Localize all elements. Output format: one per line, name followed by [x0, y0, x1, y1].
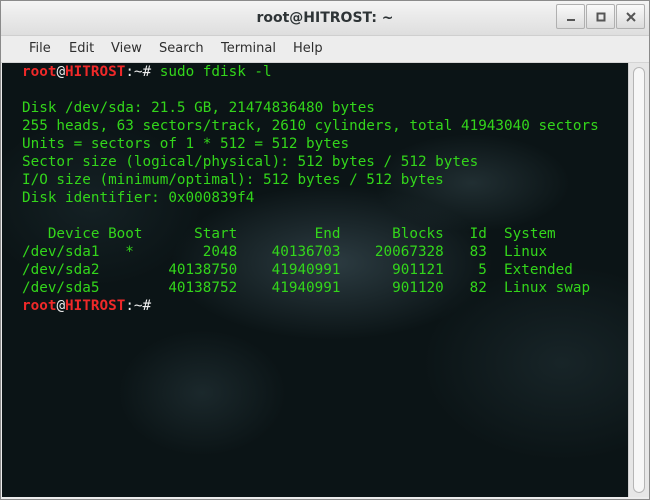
menu-view[interactable]: View	[111, 41, 142, 56]
vertical-scrollbar[interactable]	[628, 63, 649, 497]
prompt-path: :~#	[125, 298, 152, 314]
maximize-icon	[596, 12, 605, 21]
prompt-line: root@HITROST:~#	[22, 297, 151, 315]
terminal-output[interactable]: root@HITROST:~# sudo fdisk -l Disk /dev/…	[2, 63, 628, 497]
prompt-user: root	[22, 298, 57, 314]
menu-bar: File Edit View Search Terminal Help	[1, 36, 649, 63]
menu-edit[interactable]: Edit	[69, 41, 94, 56]
prompt-path: :~#	[125, 64, 152, 80]
window-controls	[555, 4, 645, 29]
minimize-icon	[566, 18, 575, 21]
menu-search[interactable]: Search	[159, 41, 204, 56]
close-button[interactable]	[616, 4, 645, 29]
partition-row: /dev/sda5 40138752 41940991 901120 82 Li…	[22, 280, 591, 296]
output-line: Units = sectors of 1 * 512 = 512 bytes	[22, 136, 350, 152]
partition-table-header: Device Boot Start End Blocks Id System	[22, 226, 556, 242]
maximize-button[interactable]	[586, 4, 615, 29]
terminal-window: root@HITROST: ~ File Edit View Search Te…	[0, 0, 650, 500]
prompt-at: @	[56, 64, 66, 80]
menu-help[interactable]: Help	[293, 41, 323, 56]
prompt-at: @	[56, 298, 66, 314]
prompt-host: HITROST	[65, 298, 126, 314]
scrollbar-thumb[interactable]	[633, 67, 645, 493]
minimize-button[interactable]	[556, 4, 585, 29]
prompt-host: HITROST	[65, 64, 126, 80]
menu-file[interactable]: File	[29, 41, 51, 56]
menu-terminal[interactable]: Terminal	[221, 41, 276, 56]
output-line: Disk /dev/sda: 21.5 GB, 21474836480 byte…	[22, 100, 375, 116]
command-text: sudo fdisk -l	[151, 64, 272, 80]
window-title: root@HITROST: ~	[256, 10, 394, 26]
output-line: 255 heads, 63 sectors/track, 2610 cylind…	[22, 118, 599, 134]
output-line: Sector size (logical/physical): 512 byte…	[22, 154, 479, 170]
partition-row: /dev/sda1 * 2048 40136703 20067328 83 Li…	[22, 244, 548, 260]
partition-row: /dev/sda2 40138750 41940991 901121 5 Ext…	[22, 262, 573, 278]
command-line: root@HITROST:~# sudo fdisk -l	[22, 63, 272, 81]
output-line: Disk identifier: 0x000839f4	[22, 190, 255, 206]
prompt-user: root	[22, 64, 57, 80]
output-line: I/O size (minimum/optimal): 512 bytes / …	[22, 172, 444, 188]
close-icon	[625, 11, 636, 22]
title-bar[interactable]: root@HITROST: ~	[1, 1, 649, 36]
